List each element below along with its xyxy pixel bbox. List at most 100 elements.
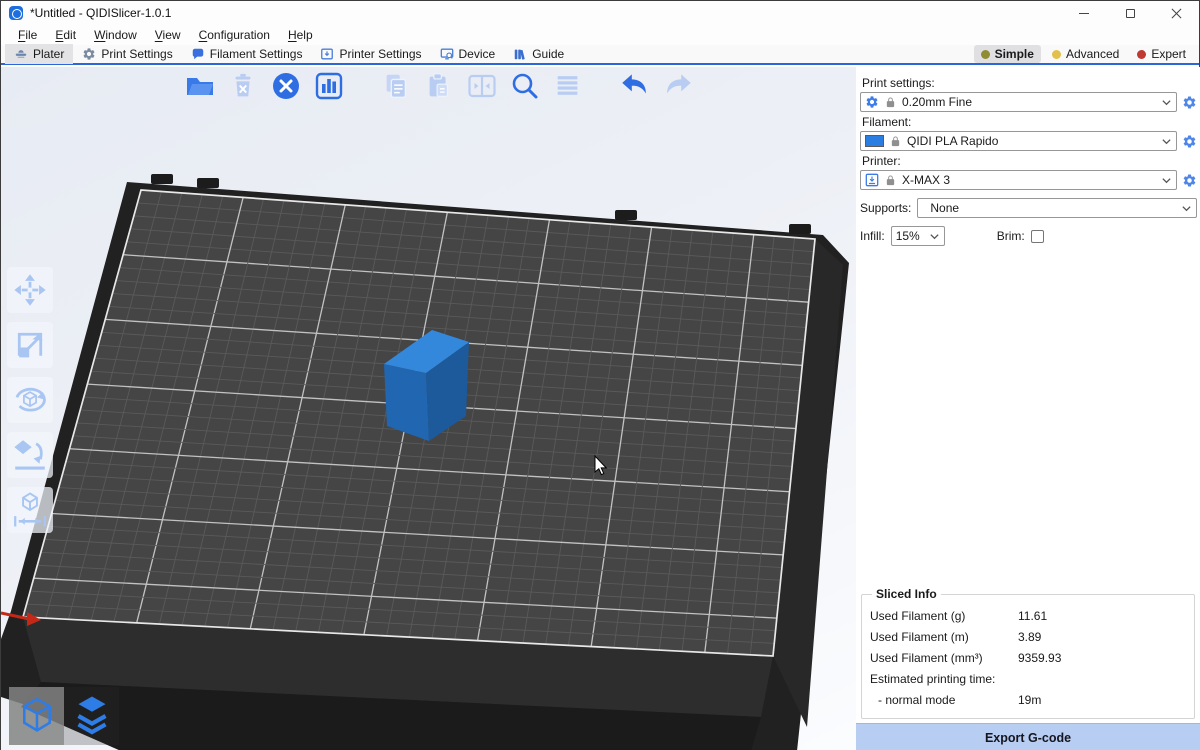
gizmo-toolbar	[7, 267, 53, 533]
expert-dot-icon	[1137, 50, 1146, 59]
menu-configuration[interactable]: Configuration	[190, 26, 279, 44]
menu-window[interactable]: Window	[85, 26, 146, 44]
printer-gear-button[interactable]	[1181, 172, 1197, 188]
place-on-face-gizmo-button[interactable]	[7, 432, 53, 478]
minimize-button[interactable]	[1061, 1, 1107, 25]
delete-all-icon	[270, 70, 302, 102]
scale-icon	[11, 326, 49, 364]
printer-value: X-MAX 3	[902, 173, 1155, 187]
print-settings-gear-button[interactable]	[1181, 94, 1197, 110]
print-settings-value: 0.20mm Fine	[902, 95, 1155, 109]
tab-filament-settings[interactable]: Filament Settings	[182, 44, 312, 64]
search-icon	[509, 70, 541, 102]
place-on-face-icon	[10, 435, 50, 475]
export-gcode-button[interactable]: Export G-code	[856, 723, 1200, 750]
gear-icon	[82, 47, 96, 61]
infill-combo[interactable]: 15%	[891, 226, 945, 246]
build-plate-scene[interactable]	[1, 67, 856, 750]
printer-combo[interactable]: X-MAX 3	[860, 170, 1177, 190]
close-icon	[1171, 8, 1182, 19]
measure-gizmo-button[interactable]	[7, 487, 53, 533]
brim-checkbox[interactable]	[1031, 230, 1044, 243]
menu-help[interactable]: Help	[279, 26, 322, 44]
redo-icon	[661, 69, 695, 103]
tab-bar: Plater Print Settings Filament Settings …	[1, 45, 1199, 65]
split-button[interactable]	[465, 69, 499, 103]
scale-gizmo-button[interactable]	[7, 322, 53, 368]
sliced-info-box: Sliced Info Used Filament (g) 11.61 Used…	[861, 587, 1195, 719]
filament-combo[interactable]: QIDI PLA Rapido	[860, 131, 1177, 151]
delete-trash-icon	[228, 71, 258, 101]
open-button[interactable]	[183, 69, 217, 103]
chevron-down-icon	[1181, 203, 1192, 214]
window-title: *Untitled - QIDISlicer-1.0.1	[30, 6, 171, 20]
sliced-info-row: Used Filament (g) 11.61	[868, 605, 1188, 626]
plater-toolbar	[183, 69, 695, 103]
maximize-icon	[1126, 9, 1135, 18]
tab-device[interactable]: Device	[431, 44, 505, 64]
menu-file[interactable]: File	[9, 26, 46, 44]
move-icon	[11, 271, 49, 309]
open-folder-icon	[184, 70, 216, 102]
viewport-3d[interactable]	[1, 67, 856, 750]
mode-expert[interactable]: Expert	[1130, 45, 1193, 63]
sliced-info-row: - normal mode 19m	[868, 689, 1188, 710]
move-gizmo-button[interactable]	[7, 267, 53, 313]
filament-gear-button[interactable]	[1181, 133, 1197, 149]
arrange-button[interactable]	[312, 69, 346, 103]
tab-printer-settings[interactable]: Printer Settings	[311, 44, 430, 64]
rotate-icon	[10, 380, 50, 420]
maximize-button[interactable]	[1107, 1, 1153, 25]
tab-print-settings[interactable]: Print Settings	[73, 44, 181, 64]
redo-button[interactable]	[661, 69, 695, 103]
sliced-info-title: Sliced Info	[872, 587, 941, 601]
sliced-info-row: Used Filament (mm³) 9359.93	[868, 647, 1188, 668]
advanced-dot-icon	[1052, 50, 1061, 59]
filament-icon	[191, 47, 205, 61]
close-button[interactable]	[1153, 1, 1199, 25]
tab-plater[interactable]: Plater	[5, 44, 73, 64]
mode-switcher: Simple Advanced Expert	[974, 45, 1199, 63]
delete-button[interactable]	[226, 69, 260, 103]
simple-dot-icon	[981, 50, 990, 59]
settings-panel: Print settings: 0.20mm Fine Filament: QI…	[856, 67, 1200, 750]
lock-icon	[890, 135, 901, 148]
supports-label: Supports:	[860, 201, 911, 215]
device-icon	[440, 47, 454, 61]
rotate-gizmo-button[interactable]	[7, 377, 53, 423]
delete-all-button[interactable]	[269, 69, 303, 103]
supports-combo[interactable]: None	[917, 198, 1197, 218]
print-settings-combo[interactable]: 0.20mm Fine	[860, 92, 1177, 112]
copy-button[interactable]	[379, 69, 413, 103]
copy-icon	[381, 71, 411, 101]
undo-button[interactable]	[618, 69, 652, 103]
supports-value: None	[922, 201, 1175, 215]
chevron-down-icon	[1161, 175, 1172, 186]
undo-icon	[618, 69, 652, 103]
variable-layer-height-button[interactable]	[551, 69, 585, 103]
mode-simple[interactable]: Simple	[974, 45, 1041, 63]
editor-view-button[interactable]	[9, 687, 64, 745]
infill-label: Infill:	[860, 229, 885, 243]
paste-button[interactable]	[422, 69, 456, 103]
gear-icon	[1182, 95, 1197, 110]
preview-view-button[interactable]	[64, 687, 119, 745]
printer-label: Printer:	[862, 154, 1197, 168]
mode-advanced[interactable]: Advanced	[1045, 45, 1126, 63]
sliced-info-row: Used Filament (m) 3.89	[868, 626, 1188, 647]
printer-icon	[320, 47, 334, 61]
tab-guide[interactable]: Guide	[504, 44, 573, 64]
chevron-down-icon	[929, 231, 940, 242]
gear-icon	[1182, 134, 1197, 149]
lock-icon	[885, 174, 896, 187]
preview-layers-icon	[70, 692, 114, 740]
filament-color-swatch	[865, 135, 884, 147]
title-bar: *Untitled - QIDISlicer-1.0.1	[1, 1, 1199, 25]
menu-edit[interactable]: Edit	[46, 26, 85, 44]
measure-icon	[10, 490, 50, 530]
filament-value: QIDI PLA Rapido	[907, 134, 1155, 148]
arrange-icon	[313, 70, 345, 102]
search-button[interactable]	[508, 69, 542, 103]
menu-view[interactable]: View	[146, 26, 190, 44]
lock-icon	[885, 96, 896, 109]
